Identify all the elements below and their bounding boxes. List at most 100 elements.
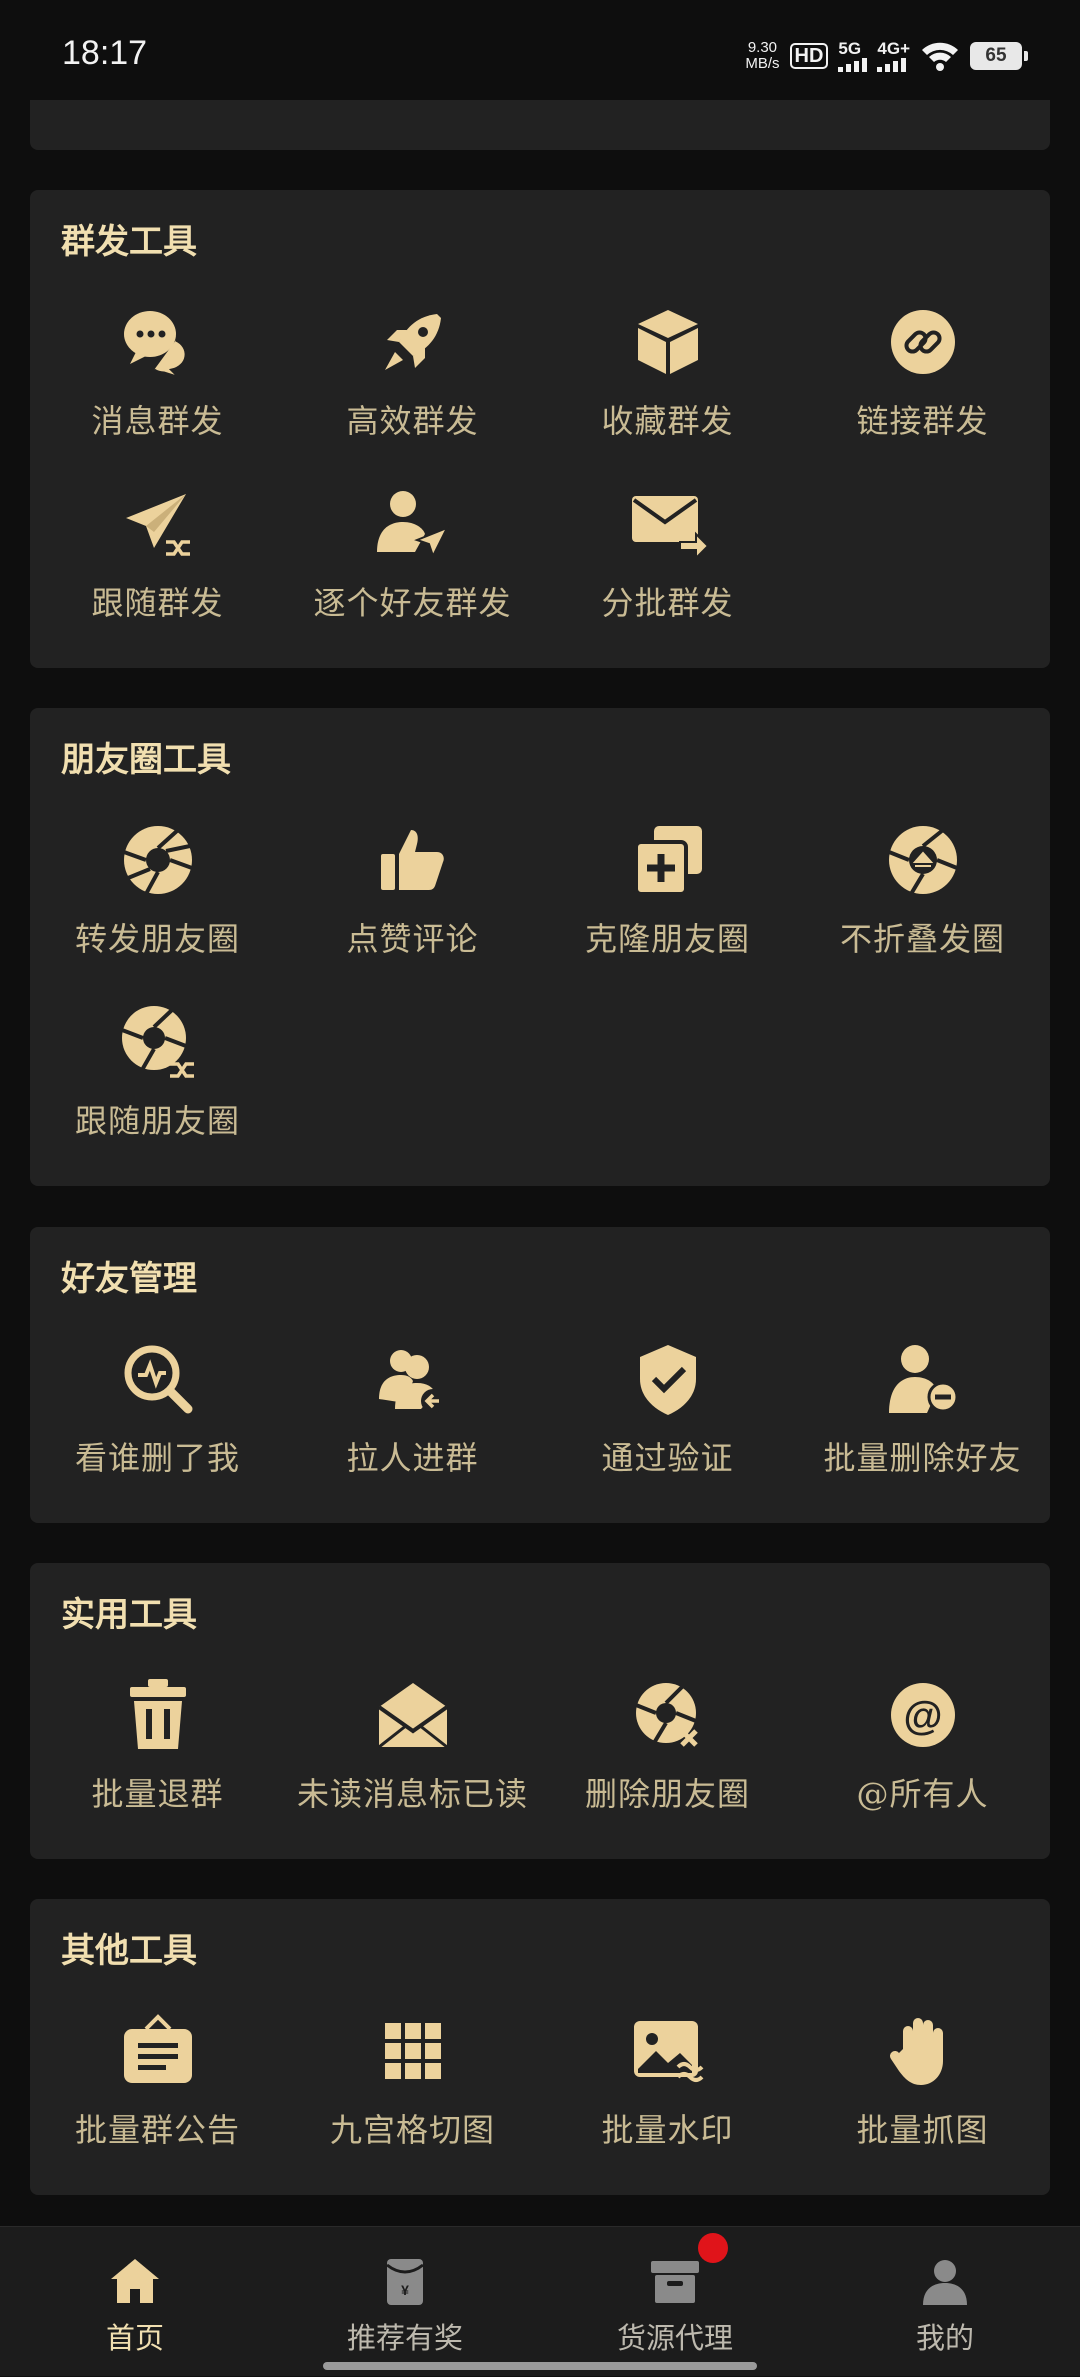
notification-badge <box>698 2233 728 2263</box>
shield-check-icon <box>639 1345 696 1415</box>
clock: 18:17 <box>62 34 148 72</box>
tool-label: 跟随朋友圈 <box>74 1102 240 1140</box>
svg-text:@: @ <box>903 1694 942 1738</box>
tool-label: 收藏群发 <box>601 402 734 440</box>
section-title: 实用工具 <box>61 1595 197 1635</box>
tool-label: 删除朋友圈 <box>584 1775 750 1813</box>
tool-label: 批量抓图 <box>856 2111 989 2149</box>
signal-4g-icon: 4G+ <box>877 40 910 72</box>
tool-batch-mass-send[interactable]: 分批群发 <box>540 482 795 624</box>
paper-plane-shuffle-icon <box>125 494 190 556</box>
tool-batch-delete-friends[interactable]: 批量删除好友 <box>795 1337 1050 1479</box>
tool-label: 批量水印 <box>601 2111 734 2149</box>
tab-mine[interactable]: 我的 <box>810 2227 1080 2377</box>
tool-delete-moments[interactable]: 删除朋友圈 <box>540 1673 795 1815</box>
rocket-icon <box>384 314 441 370</box>
aperture-shuffle-icon <box>120 1006 194 1078</box>
tool-one-by-one-mass-send[interactable]: 逐个好友群发 <box>285 482 540 624</box>
other-tools-card: 其他工具 批量群公告 九宫格切图 批量水印 批量抓图 <box>30 1899 1050 2195</box>
tool-label: 批量删除好友 <box>823 1439 1022 1477</box>
tool-label: 链接群发 <box>856 402 989 440</box>
red-envelope-icon: ¥ <box>386 2259 424 2305</box>
tab-label: 推荐有奖 <box>346 2321 463 2355</box>
at-sign-icon: @ <box>890 1683 955 1747</box>
tool-follow-moments[interactable]: 跟随朋友圈 <box>30 1000 285 1142</box>
tool-who-deleted-me[interactable]: 看谁删了我 <box>30 1337 285 1479</box>
tool-label: 拉人进群 <box>346 1439 479 1477</box>
aperture-icon <box>122 826 193 895</box>
tool-follow-mass-send[interactable]: 跟随群发 <box>30 482 285 624</box>
user-icon <box>923 2260 967 2305</box>
tool-label: 不折叠发圈 <box>839 920 1005 958</box>
tab-label: 首页 <box>105 2321 164 2355</box>
envelope-forward-icon <box>631 496 709 561</box>
tool-mark-unread-as-read[interactable]: 未读消息标已读 <box>285 1673 540 1815</box>
tool-like-comment[interactable]: 点赞评论 <box>285 818 540 960</box>
battery-icon: 65 <box>970 42 1028 70</box>
tool-batch-watermark[interactable]: 批量水印 <box>540 2009 795 2151</box>
search-pulse-icon <box>124 1345 192 1414</box>
tool-label: 批量群公告 <box>74 2111 240 2149</box>
section-title: 朋友圈工具 <box>61 740 231 780</box>
chat-bubbles-icon <box>123 311 188 380</box>
tool-forward-moments[interactable]: 转发朋友圈 <box>30 818 285 960</box>
tab-label: 货源代理 <box>616 2321 733 2355</box>
hd-voice-icon: HD <box>789 43 829 69</box>
tool-nine-grid-crop[interactable]: 九宫格切图 <box>285 2009 540 2151</box>
home-icon <box>111 2259 159 2303</box>
thumbs-up-icon <box>380 830 444 890</box>
tool-clone-moments[interactable]: 克隆朋友圈 <box>540 818 795 960</box>
image-watermark-icon <box>633 2021 703 2082</box>
signal-5g-icon: 5G <box>838 40 868 72</box>
tool-label: 未读消息标已读 <box>296 1775 528 1813</box>
status-icons: 9.30 MB/s HD 5G 4G+ 65 <box>745 36 1028 76</box>
tool-unfolded-moments[interactable]: 不折叠发圈 <box>795 818 1050 960</box>
tool-at-everyone[interactable]: @ @所有人 <box>795 1673 1050 1815</box>
tool-label: 通过验证 <box>601 1439 734 1477</box>
tool-label: @所有人 <box>856 1775 989 1813</box>
tab-home[interactable]: 首页 <box>0 2227 270 2377</box>
home-indicator <box>323 2362 757 2370</box>
clone-plus-icon <box>633 826 702 896</box>
tool-label: 批量退群 <box>91 1775 224 1813</box>
tool-favorites-mass-send[interactable]: 收藏群发 <box>540 300 795 442</box>
friend-management-card: 好友管理 看谁删了我 拉人进群 通过验证 批量删除好友 <box>30 1227 1050 1523</box>
tool-pass-verification[interactable]: 通过验证 <box>540 1337 795 1479</box>
user-send-icon <box>376 491 449 559</box>
tool-label: 高效群发 <box>346 402 479 440</box>
tab-label: 我的 <box>915 2321 974 2355</box>
trash-icon <box>129 1679 186 1749</box>
aperture-eject-icon <box>887 826 958 896</box>
box-icon <box>637 310 698 374</box>
users-add-icon <box>378 1350 445 1413</box>
link-icon <box>890 310 955 374</box>
tool-message-mass-send[interactable]: 消息群发 <box>30 300 285 442</box>
section-title: 群发工具 <box>61 222 197 262</box>
tool-batch-leave-groups[interactable]: 批量退群 <box>30 1673 285 1815</box>
network-speed: 9.30 MB/s <box>745 39 780 72</box>
tool-batch-group-notice[interactable]: 批量群公告 <box>30 2009 285 2151</box>
aperture-delete-icon <box>634 1683 698 1747</box>
tab-referral-rewards[interactable]: ¥ 推荐有奖 <box>270 2227 540 2377</box>
wifi-icon <box>922 42 958 71</box>
moments-tools-card: 朋友圈工具 转发朋友圈 点赞评论 克隆朋友圈 不折叠发圈 跟随朋友圈 <box>30 708 1050 1186</box>
status-bar: 18:17 9.30 MB/s HD 5G 4G+ 65 <box>0 0 1080 100</box>
tool-batch-grab-images[interactable]: 批量抓图 <box>795 2009 1050 2151</box>
tab-supply-agent[interactable]: 货源代理 <box>540 2227 810 2377</box>
tool-label: 跟随群发 <box>91 584 224 622</box>
tool-label: 九宫格切图 <box>329 2111 495 2149</box>
section-title: 好友管理 <box>61 1259 197 1299</box>
utility-tools-card: 实用工具 批量退群 未读消息标已读 删除朋友圈 @ @所有人 <box>30 1563 1050 1859</box>
mass-send-tools-card: 群发工具 消息群发 高效群发 收藏群发 链接群发 跟随群发 逐个好友群发 分批群… <box>30 190 1050 668</box>
tool-label: 分批群发 <box>601 584 734 622</box>
user-remove-icon <box>888 1345 958 1413</box>
envelope-open-icon <box>377 1683 448 1749</box>
svg-text:¥: ¥ <box>401 2282 409 2298</box>
tool-link-mass-send[interactable]: 链接群发 <box>795 300 1050 442</box>
grid-icon <box>384 2023 441 2079</box>
tool-label: 转发朋友圈 <box>74 920 240 958</box>
notice-board-icon <box>123 2014 192 2083</box>
tool-label: 看谁删了我 <box>74 1439 240 1477</box>
tool-pull-into-group[interactable]: 拉人进群 <box>285 1337 540 1479</box>
tool-efficient-mass-send[interactable]: 高效群发 <box>285 300 540 442</box>
